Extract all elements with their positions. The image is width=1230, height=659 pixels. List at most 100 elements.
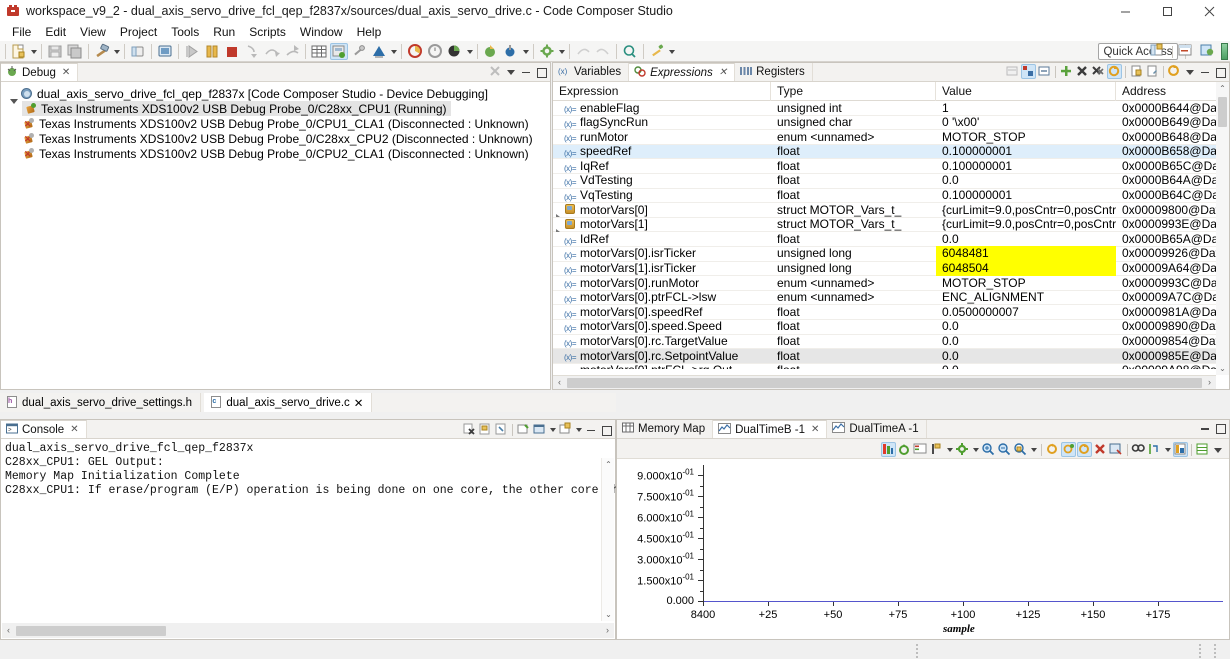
tab-expressions[interactable]: Expressions ✕ <box>629 63 736 81</box>
menu-view[interactable]: View <box>73 24 113 40</box>
zoom-lock-icon[interactable] <box>1013 442 1028 457</box>
menu-help[interactable]: Help <box>350 24 389 40</box>
debug-tree-root[interactable]: dual_axis_servo_drive_fcl_qep_f2837x [Co… <box>5 86 550 104</box>
scroll-lock-icon[interactable] <box>516 422 531 437</box>
console-output[interactable]: dual_axis_servo_drive_fcl_qep_f2837x C28… <box>1 439 716 498</box>
display-selected-console-menu-icon[interactable] <box>548 421 557 438</box>
run-icon[interactable] <box>648 43 666 60</box>
clear-data-icon[interactable] <box>1093 442 1108 457</box>
zoom-lock-menu-icon[interactable] <box>1029 441 1038 458</box>
value-cell[interactable]: 0.0 <box>936 334 1116 349</box>
debug-thread-selected[interactable]: Texas Instruments XDS100v2 USB Debug Pro… <box>22 101 451 116</box>
refresh-icon[interactable] <box>897 442 912 457</box>
connect-target-icon[interactable] <box>502 43 520 60</box>
table-row[interactable]: (x)= IqRef float 0.100000001 0x0000B65C@Data <box>553 159 1229 174</box>
remove-expression-icon[interactable] <box>1075 64 1090 79</box>
value-cell[interactable]: 0.100000001 <box>936 159 1116 174</box>
graph-dropdown-icon[interactable] <box>465 43 474 60</box>
save-all-icon[interactable] <box>66 43 84 60</box>
menu-window[interactable]: Window <box>293 24 350 40</box>
new-target-config-icon[interactable] <box>129 43 147 60</box>
value-cell[interactable]: 6048504 <box>936 261 1116 276</box>
value-cell[interactable]: 0.100000001 <box>936 144 1116 159</box>
step-return-icon[interactable] <box>283 43 301 60</box>
view-menu-icon[interactable] <box>504 65 518 79</box>
value-cell[interactable]: 0.0 <box>936 173 1116 188</box>
table-row[interactable]: (x)= motorVars[0].ptrFCL->lsw enum <unname… <box>553 290 1229 306</box>
table-row[interactable]: (x)= speedRef float 0.100000001 0x0000B658@D… <box>553 144 1229 160</box>
scroll-down-arrow-icon[interactable]: ⌄ <box>602 608 615 621</box>
scroll-down-arrow-icon[interactable]: ⌄ <box>1216 362 1229 375</box>
open-console-icon[interactable] <box>558 422 573 437</box>
value-cell[interactable]: {curLimit=9.0,posCntr=0,posCntr... <box>936 203 1116 218</box>
new-file-dropdown-icon[interactable] <box>29 43 38 60</box>
view-menu-icon[interactable] <box>1183 65 1197 79</box>
toggle-grid-menu-icon[interactable] <box>1163 441 1172 458</box>
forward-navigation-icon[interactable] <box>594 43 612 60</box>
scroll-left-arrow-icon[interactable]: ‹ <box>553 376 566 389</box>
menu-tools[interactable]: Tools <box>164 24 206 40</box>
enable-refresh-icon[interactable] <box>1107 64 1122 79</box>
scroll-thumb[interactable] <box>567 377 1202 388</box>
maximize-button[interactable] <box>1146 0 1188 22</box>
tab-console-close-icon[interactable]: ✕ <box>70 424 78 435</box>
value-cell[interactable]: ENC_ALIGNMENT <box>936 290 1116 305</box>
table-row[interactable]: (x)= VqTesting float 0.100000001 0x0000B64C@… <box>553 188 1229 204</box>
scroll-left-arrow-icon[interactable]: ‹ <box>2 624 15 637</box>
terminate-icon[interactable] <box>223 43 241 60</box>
tab-debug[interactable]: Debug ✕ <box>1 63 79 81</box>
table-row[interactable]: (x)= motorVars[0].rc.SetpointValue float 0.… <box>553 349 1229 364</box>
continuous-refresh-icon[interactable] <box>1045 442 1060 457</box>
scroll-up-arrow-icon[interactable]: ⌃ <box>1216 82 1229 95</box>
console-horizontal-scrollbar[interactable]: ‹ › <box>2 623 614 638</box>
close-button[interactable] <box>1188 0 1230 22</box>
edit-watchpoint-icon[interactable] <box>1145 64 1160 79</box>
table-row[interactable]: (x)= motorVars[0].speed.Speed float 0.0 0x00… <box>553 319 1229 335</box>
tab-registers[interactable]: Registers <box>735 63 813 81</box>
value-cell[interactable]: {curLimit=9.0,posCntr=0,posCntr... <box>936 217 1116 232</box>
table-row[interactable]: (x)= flagSyncRun unsigned char 0 '\x00' 0x00… <box>553 115 1229 131</box>
table-row[interactable]: (x)= motorVars[0].runMotor enum <unnamed> M… <box>553 276 1229 291</box>
value-cell[interactable]: MOTOR_STOP <box>936 130 1116 145</box>
tab-memory-map[interactable]: Memory Map <box>617 420 714 438</box>
watch-dropdown-icon[interactable] <box>389 43 398 60</box>
terminate-icon[interactable] <box>462 422 477 437</box>
value-cell[interactable]: 0.0 <box>936 349 1116 364</box>
display-properties-menu-icon[interactable] <box>971 441 980 458</box>
suspend-icon[interactable] <box>203 43 221 60</box>
tab-expressions-close-icon[interactable]: ✕ <box>719 67 727 78</box>
open-console-menu-icon[interactable] <box>574 421 583 438</box>
expressions-horizontal-scrollbar[interactable]: ‹ › <box>553 375 1216 389</box>
open-perspective-icon[interactable] <box>1149 43 1167 60</box>
column-display-icon[interactable] <box>1195 442 1210 457</box>
value-cell[interactable]: 0.0 <box>936 319 1116 334</box>
refresh-icon[interactable] <box>1167 64 1182 79</box>
column-header-address[interactable]: Address <box>1116 81 1221 101</box>
resize-grip[interactable] <box>1214 644 1216 658</box>
table-row[interactable]: (x)= motorVars[1].isrTicker unsigned long 6… <box>553 261 1229 277</box>
minimize-icon[interactable] <box>584 423 598 437</box>
table-row[interactable]: (x)= motorVars[0].speedRef float 0.05000000… <box>553 305 1229 320</box>
minimize-button[interactable] <box>1104 0 1146 22</box>
settings-dropdown-icon[interactable] <box>557 43 566 60</box>
tab-console[interactable]: > Console ✕ <box>1 420 87 438</box>
toggle-grid-icon[interactable] <box>1147 442 1162 457</box>
tab-variables[interactable]: (x) Variables <box>553 63 630 81</box>
cursor-mode-icon[interactable] <box>1077 442 1092 457</box>
zoom-in-icon[interactable] <box>981 442 996 457</box>
graph-icon[interactable] <box>446 43 464 60</box>
debug-thread-row[interactable]: ✕ Texas Instruments XDS100v2 USB Debug P… <box>20 131 550 146</box>
new-file-icon[interactable] <box>10 43 28 60</box>
save-icon[interactable] <box>46 43 64 60</box>
value-cell[interactable]: 0.0 <box>936 232 1116 247</box>
tab-dualtimea[interactable]: DualTimeA -1 <box>827 420 927 438</box>
resume-icon[interactable] <box>183 43 201 60</box>
remove-all-expressions-icon[interactable] <box>1091 64 1106 79</box>
breakpoint-icon[interactable] <box>482 43 500 60</box>
menu-file[interactable]: File <box>5 24 38 40</box>
collapse-all-icon[interactable] <box>1037 64 1052 79</box>
display-selected-console-icon[interactable] <box>532 422 547 437</box>
console-vertical-scrollbar[interactable]: ⌃ ⌄ <box>601 458 614 621</box>
table-row[interactable]: (x)= IdRef float 0.0 0x0000B65A@Data <box>553 232 1229 247</box>
graph-plot-area[interactable]: sample 0.000 1.500x10-01 3.000x10-01 4.500x… <box>617 459 1229 639</box>
